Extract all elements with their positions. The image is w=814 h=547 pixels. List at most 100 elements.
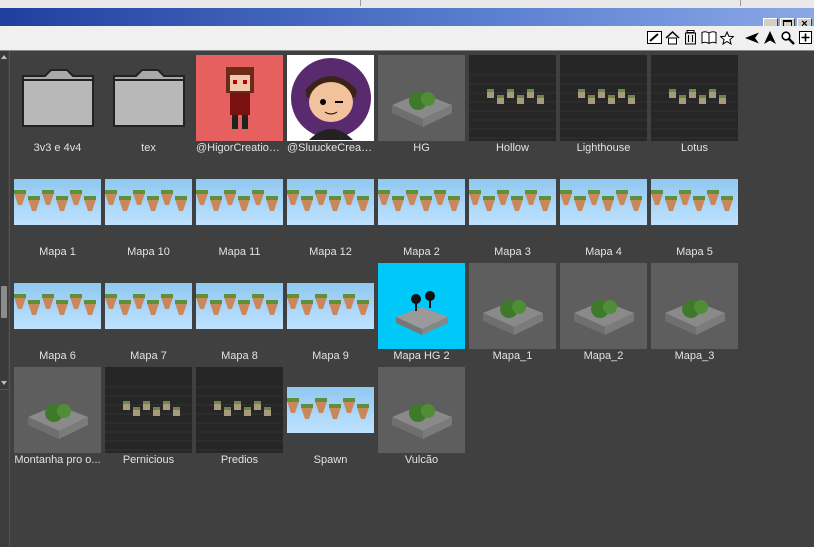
item-label: Mapa 8 — [221, 350, 258, 362]
asset-item[interactable]: Lighthouse — [560, 55, 651, 159]
item-label: Mapa 2 — [403, 246, 440, 258]
title-bar: × — [0, 8, 814, 31]
asset-item[interactable]: Mapa 11 — [196, 159, 287, 263]
map-thumbnail — [560, 159, 647, 245]
asset-item[interactable]: Mapa_2 — [560, 263, 651, 367]
folder-icon — [14, 55, 101, 141]
asset-item[interactable]: @HigorCreations... — [196, 55, 287, 159]
asset-item[interactable]: Mapa_3 — [651, 263, 742, 367]
item-label: Mapa_2 — [583, 350, 624, 362]
item-label: Mapa_1 — [492, 350, 533, 362]
map-thumbnail — [378, 367, 465, 453]
map-thumbnail — [14, 263, 101, 349]
add-button[interactable] — [797, 29, 814, 46]
scrollbar-thumb[interactable] — [1, 286, 7, 318]
item-label: Hollow — [495, 142, 529, 154]
map-thumbnail — [469, 159, 556, 245]
map-thumbnail — [469, 263, 556, 349]
item-label: Mapa 1 — [39, 246, 76, 258]
folder-item[interactable]: tex — [105, 55, 196, 159]
up-icon — [763, 31, 776, 44]
asset-item[interactable]: Hollow — [469, 55, 560, 159]
item-label: Mapa 9 — [312, 350, 349, 362]
item-label: Mapa HG 2 — [393, 350, 450, 362]
map-thumbnail — [469, 55, 556, 141]
asset-item[interactable]: Spawn — [287, 367, 378, 471]
star-icon — [719, 30, 734, 45]
folder-item[interactable]: 3v3 e 4v4 — [14, 55, 105, 159]
map-thumbnail — [196, 159, 283, 245]
item-label: Mapa 5 — [676, 246, 713, 258]
search-button[interactable] — [779, 29, 796, 46]
item-label: tex — [141, 142, 156, 154]
delete-button[interactable] — [682, 29, 699, 46]
asset-item[interactable]: Predios — [196, 367, 287, 471]
item-label: @HigorCreations... — [196, 142, 283, 154]
folder-icon — [105, 55, 192, 141]
asset-item[interactable]: Mapa HG 2 — [378, 263, 469, 367]
asset-item[interactable]: Lotus — [651, 55, 742, 159]
top-strip-segment — [360, 0, 741, 6]
asset-item[interactable]: Mapa 6 — [14, 263, 105, 367]
map-thumbnail — [196, 367, 283, 453]
item-label: 3v3 e 4v4 — [33, 142, 82, 154]
map-thumbnail — [196, 263, 283, 349]
item-label: Mapa 11 — [218, 246, 261, 258]
vertical-scrollbar[interactable] — [0, 51, 8, 389]
map-thumbnail — [560, 263, 647, 349]
home-button[interactable] — [664, 29, 681, 46]
back-button[interactable] — [743, 29, 760, 46]
asset-item[interactable]: Mapa 3 — [469, 159, 560, 263]
item-label: Pernicious — [122, 454, 175, 466]
asset-item[interactable]: HG — [378, 55, 469, 159]
item-label: Montanha pro o... — [14, 454, 101, 466]
item-label: Mapa 7 — [130, 350, 167, 362]
item-label: Mapa 12 — [309, 246, 352, 258]
item-label: Predios — [220, 454, 259, 466]
scroll-down-arrow-icon[interactable] — [0, 379, 8, 387]
asset-item[interactable]: Mapa 5 — [651, 159, 742, 263]
map-thumbnail — [378, 263, 465, 349]
library-button[interactable] — [700, 29, 717, 46]
trash-icon — [685, 30, 696, 45]
asset-item[interactable]: Mapa 9 — [287, 263, 378, 367]
asset-item[interactable]: Mapa_1 — [469, 263, 560, 367]
asset-item[interactable]: Mapa 1 — [14, 159, 105, 263]
asset-item[interactable]: Vulcão — [378, 367, 469, 471]
toolbar — [0, 26, 814, 51]
map-thumbnail — [14, 159, 101, 245]
asset-item[interactable]: Montanha pro o... — [14, 367, 105, 471]
favorite-button[interactable] — [718, 29, 735, 46]
scroll-up-arrow-icon[interactable] — [0, 53, 8, 61]
map-thumbnail — [651, 263, 738, 349]
item-label: Vulcão — [404, 454, 439, 466]
home-icon — [665, 30, 680, 44]
top-strip-segment — [0, 0, 361, 6]
map-thumbnail — [105, 263, 192, 349]
item-label: HG — [413, 142, 430, 154]
asset-item[interactable]: Pernicious — [105, 367, 196, 471]
asset-item[interactable]: Mapa 2 — [378, 159, 469, 263]
asset-item[interactable]: Mapa 7 — [105, 263, 196, 367]
toolbar-tools — [646, 29, 814, 46]
item-label: Mapa 10 — [127, 246, 170, 258]
item-label: Mapa 3 — [494, 246, 531, 258]
book-icon — [701, 31, 716, 44]
asset-item[interactable]: Mapa 4 — [560, 159, 651, 263]
avatar-thumbnail — [196, 55, 283, 141]
map-thumbnail — [378, 55, 465, 141]
side-panel — [0, 389, 9, 547]
top-strip — [0, 0, 814, 8]
edit-button[interactable] — [646, 29, 663, 46]
map-thumbnail — [560, 55, 647, 141]
asset-item[interactable]: @SluuckeCreati... — [287, 55, 378, 159]
item-label: Mapa 4 — [585, 246, 622, 258]
asset-item[interactable]: Mapa 8 — [196, 263, 287, 367]
asset-item[interactable]: Mapa 12 — [287, 159, 378, 263]
map-thumbnail — [14, 367, 101, 453]
up-button[interactable] — [761, 29, 778, 46]
map-thumbnail — [651, 55, 738, 141]
asset-item[interactable]: Mapa 10 — [105, 159, 196, 263]
item-label: Spawn — [313, 454, 348, 466]
